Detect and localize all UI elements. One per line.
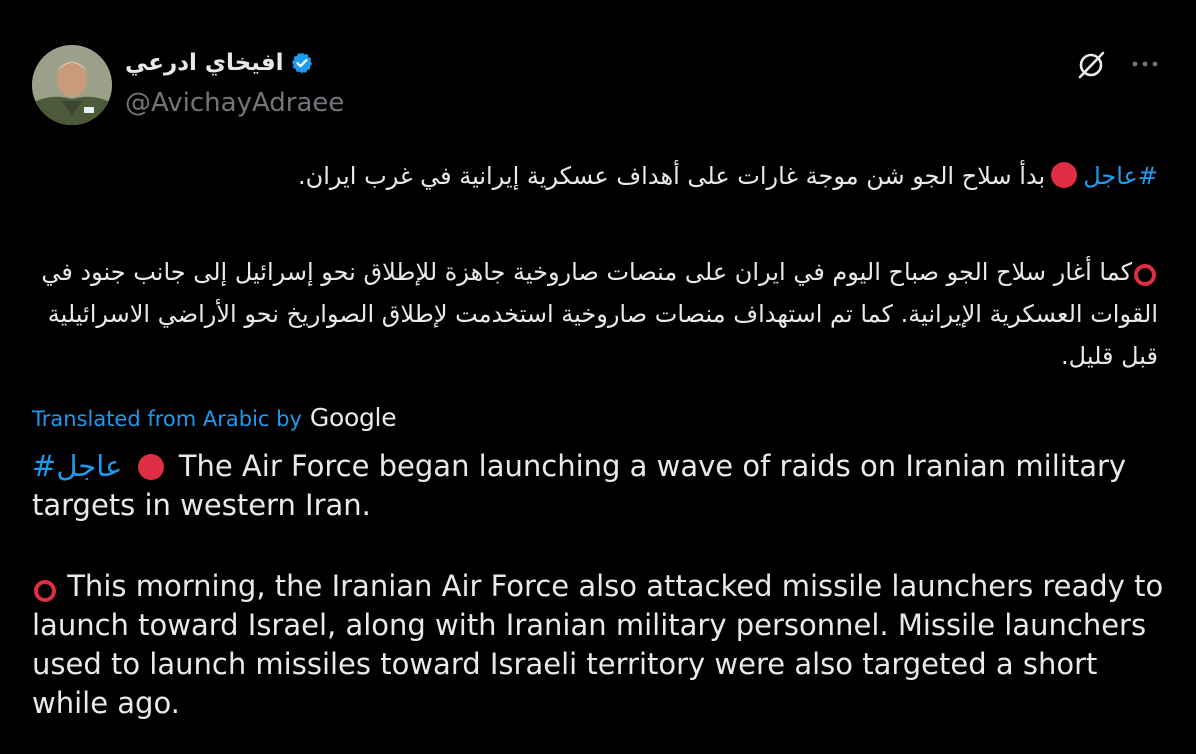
- display-name-row[interactable]: افيخاي ادرعي: [125, 50, 314, 76]
- red-circle-emoji: [1051, 162, 1078, 188]
- hashtag-link-translated[interactable]: #عاجل: [32, 449, 122, 483]
- tweet-text-translation-paragraph-2: This morning, the Iranian Air Force also…: [32, 567, 1172, 723]
- translated-text-2: This morning, the Iranian Air Force also…: [32, 569, 1164, 720]
- google-logo: Google: [309, 403, 397, 432]
- avatar[interactable]: [32, 45, 112, 125]
- hollow-red-circle-emoji: [1134, 264, 1156, 286]
- hashtag-link[interactable]: #عاجل: [1083, 162, 1158, 190]
- translated-text-1: The Air Force began launching a wave of …: [32, 449, 1127, 522]
- translated-from-text: Translated from Arabic by: [32, 407, 302, 431]
- translated-by-label[interactable]: Translated from Arabic by Google: [32, 403, 397, 432]
- hollow-red-circle-emoji: [34, 580, 56, 602]
- tweet-text-translation-paragraph-1: #عاجل The Air Force began launching a wa…: [32, 447, 1172, 525]
- verified-badge-icon: [291, 52, 312, 74]
- user-handle[interactable]: @AvichayAdraee: [125, 88, 344, 118]
- tweet-text-arabic-paragraph-1: #عاجل بدأ سلاح الجو شن موجة غارات على أهد…: [28, 155, 1158, 197]
- display-name: افيخاي ادرعي: [125, 50, 284, 76]
- more-icon[interactable]: [1127, 54, 1163, 74]
- red-circle-emoji: [137, 454, 164, 480]
- tweet-text-arabic-paragraph-2: كما أغار سلاح الجو صباح اليوم في ايران ع…: [28, 251, 1158, 377]
- arabic-text-1: بدأ سلاح الجو شن موجة غارات على أهداف عس…: [297, 162, 1046, 190]
- arabic-text-2: كما أغار سلاح الجو صباح اليوم في ايران ع…: [41, 258, 1158, 370]
- grok-icon[interactable]: [1074, 48, 1108, 82]
- avatar-image: [32, 45, 112, 125]
